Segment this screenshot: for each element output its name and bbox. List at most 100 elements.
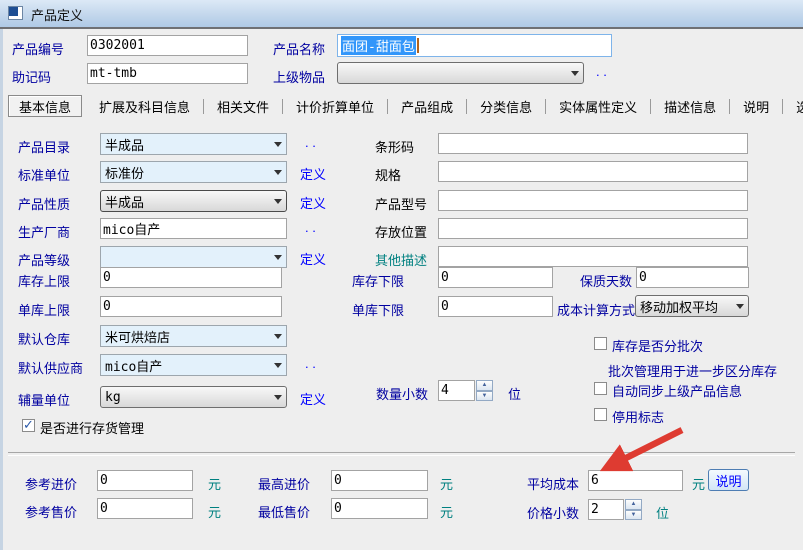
product-grade-define-link[interactable]: 定义	[300, 249, 326, 268]
ref-sale-unit: 元	[208, 502, 221, 521]
max-purchase-unit: 元	[440, 474, 453, 493]
aux-unit-define-link[interactable]: 定义	[300, 389, 326, 408]
single-stock-upper-label: 单库上限	[18, 300, 70, 319]
tab-extended-info[interactable]: 扩展及科目信息	[86, 97, 203, 116]
product-catalog-dropdown[interactable]: 半成品	[100, 133, 287, 155]
spinner-up-icon[interactable]: ▲	[476, 380, 493, 391]
ref-purchase-input[interactable]	[97, 470, 193, 491]
spinner-down-icon[interactable]: ▼	[625, 510, 642, 521]
product-catalog-browse-link[interactable]: . .	[305, 135, 316, 150]
spinner-up-icon[interactable]: ▲	[625, 499, 642, 510]
product-definition-dialog: 产品定义 产品编号 产品名称 面团-甜面包 助记码 上级物品 . . 基本信息 …	[0, 0, 803, 550]
standard-unit-label: 标准单位	[18, 165, 70, 184]
other-desc-input[interactable]	[438, 246, 748, 267]
mnemonic-input[interactable]	[87, 63, 248, 84]
default-supplier-dropdown[interactable]: mico自产	[100, 354, 287, 376]
min-sale-input[interactable]	[331, 498, 428, 519]
stock-lower-input[interactable]	[438, 267, 553, 288]
qty-decimal-input[interactable]	[438, 380, 475, 401]
dropdown-arrow-icon	[270, 142, 286, 147]
price-decimal-input[interactable]	[588, 499, 624, 520]
batch-hint-text: 批次管理用于进一步区分库存	[608, 361, 777, 380]
dropdown-arrow-icon	[270, 199, 286, 204]
price-decimal-stepper[interactable]: ▲ ▼	[625, 499, 642, 520]
disable-flag-checkbox[interactable]	[594, 408, 607, 421]
default-supplier-label: 默认供应商	[18, 358, 83, 377]
explain-button[interactable]: 说明	[708, 469, 749, 491]
stock-upper-label: 库存上限	[18, 271, 70, 290]
tab-entity-attributes[interactable]: 实体属性定义	[546, 97, 650, 116]
product-nature-label: 产品性质	[18, 194, 70, 213]
product-grade-dropdown[interactable]	[100, 246, 287, 268]
sync-parent-checkbox[interactable]	[594, 382, 607, 395]
spec-input[interactable]	[438, 161, 748, 182]
min-sale-unit: 元	[440, 502, 453, 521]
parent-item-browse-link[interactable]: . .	[596, 64, 607, 79]
inventory-mgmt-checkbox[interactable]	[22, 419, 35, 432]
standard-unit-define-link[interactable]: 定义	[300, 164, 326, 183]
dropdown-arrow-icon	[270, 334, 286, 339]
parent-item-dropdown[interactable]	[337, 62, 584, 84]
max-purchase-input[interactable]	[331, 470, 428, 491]
model-label: 产品型号	[375, 194, 427, 213]
shelf-days-input[interactable]	[636, 267, 749, 288]
window-title: 产品定义	[31, 5, 83, 24]
text-caret	[417, 38, 419, 53]
avg-cost-input[interactable]	[588, 470, 683, 491]
parent-item-label: 上级物品	[273, 67, 325, 86]
dropdown-arrow-icon	[270, 255, 286, 260]
product-nature-define-link[interactable]: 定义	[300, 193, 326, 212]
dropdown-arrow-icon	[270, 363, 286, 368]
default-supplier-browse-link[interactable]: . .	[305, 356, 316, 371]
qty-decimal-unit: 位	[508, 384, 521, 403]
tab-classification[interactable]: 分类信息	[467, 97, 545, 116]
single-stock-upper-input[interactable]	[100, 296, 282, 317]
aux-unit-dropdown[interactable]: kg	[100, 386, 287, 408]
stock-upper-input[interactable]	[100, 267, 282, 288]
avg-cost-label: 平均成本	[527, 474, 579, 493]
dropdown-arrow-icon	[732, 304, 748, 309]
default-warehouse-dropdown[interactable]: 米可烘焙店	[100, 325, 287, 347]
manufacturer-input[interactable]	[100, 218, 287, 239]
window-icon	[8, 6, 23, 20]
product-code-label: 产品编号	[12, 39, 64, 58]
tab-notes[interactable]: 说明	[730, 97, 782, 116]
single-stock-lower-label: 单库下限	[352, 300, 404, 319]
tab-product-composition[interactable]: 产品组成	[388, 97, 466, 116]
cost-method-dropdown[interactable]: 移动加权平均	[635, 295, 749, 317]
ref-sale-input[interactable]	[97, 498, 193, 519]
standard-unit-dropdown[interactable]: 标准份	[100, 161, 287, 183]
barcode-label: 条形码	[375, 137, 414, 156]
other-desc-label: 其他描述	[375, 250, 427, 269]
ref-sale-label: 参考售价	[25, 502, 77, 521]
title-bar[interactable]: 产品定义	[0, 0, 803, 29]
qty-decimal-stepper[interactable]: ▲ ▼	[476, 380, 493, 401]
max-purchase-label: 最高进价	[258, 474, 310, 493]
tab-basic-info[interactable]: 基本信息	[8, 95, 82, 117]
selected-text: 面团-甜面包	[341, 36, 416, 55]
spinner-down-icon[interactable]: ▼	[476, 391, 493, 402]
dropdown-arrow-icon	[567, 71, 583, 76]
default-warehouse-label: 默认仓库	[18, 329, 70, 348]
manufacturer-browse-link[interactable]: . .	[305, 220, 316, 235]
location-label: 存放位置	[375, 222, 427, 241]
model-input[interactable]	[438, 190, 748, 211]
product-nature-dropdown[interactable]: 半成品	[100, 190, 287, 212]
tab-unit-conversion[interactable]: 计价折算单位	[283, 97, 387, 116]
stock-lower-label: 库存下限	[352, 271, 404, 290]
batch-checkbox[interactable]	[594, 337, 607, 350]
product-grade-label: 产品等级	[18, 250, 70, 269]
tab-related-files[interactable]: 相关文件	[204, 97, 282, 116]
barcode-input[interactable]	[438, 133, 748, 154]
window-frame-left	[0, 29, 3, 550]
location-input[interactable]	[438, 218, 748, 239]
spec-label: 规格	[375, 165, 401, 184]
qty-decimal-label: 数量小数	[376, 384, 428, 403]
tab-options[interactable]: 选项	[783, 97, 803, 116]
product-name-input[interactable]: 面团-甜面包	[337, 34, 612, 57]
tab-description[interactable]: 描述信息	[651, 97, 729, 116]
price-decimal-unit: 位	[656, 503, 669, 522]
product-code-input[interactable]	[87, 35, 248, 56]
disable-flag-checkbox-label: 停用标志	[612, 407, 664, 426]
single-stock-lower-input[interactable]	[438, 296, 553, 317]
